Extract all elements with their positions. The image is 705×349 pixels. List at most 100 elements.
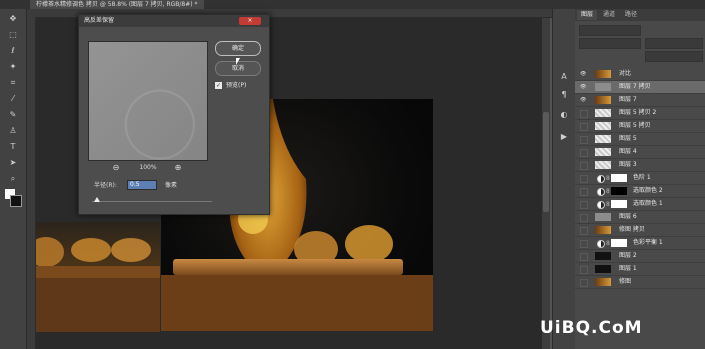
layer-row[interactable]: 图层 4 [575, 146, 705, 159]
visibility-eye-icon[interactable] [580, 136, 588, 144]
layer-mask-thumbnail[interactable] [611, 187, 627, 195]
link-icon[interactable]: 8 [606, 188, 610, 195]
link-icon[interactable]: 8 [606, 201, 610, 208]
background-color-swatch[interactable] [10, 195, 22, 207]
text-icon[interactable]: T [7, 141, 19, 153]
tab-channels[interactable]: 通道 [599, 10, 619, 20]
layer-mask-thumbnail[interactable] [611, 200, 627, 208]
layer-row[interactable]: 👁 对比 [575, 68, 705, 81]
layer-thumbnail[interactable] [595, 109, 611, 117]
layer-row[interactable]: 图层 1 [575, 263, 705, 276]
lasso-icon[interactable]: ℓ [7, 45, 19, 57]
layer-thumbnail[interactable] [595, 135, 611, 143]
document-tab[interactable]: 柠檬茶水精修调色 拷贝 @ 58.8% (图层 7 拷贝, RGB/8#) * [30, 0, 204, 9]
visibility-eye-icon[interactable] [580, 240, 588, 248]
layer-thumbnail[interactable] [595, 70, 611, 78]
layer-row[interactable]: 👁 图层 7 拷贝 [575, 81, 705, 94]
paragraph-panel-icon[interactable]: ¶ [558, 89, 570, 101]
adjustment-layer-icon [597, 175, 605, 183]
layer-row[interactable]: 图层 3 [575, 159, 705, 172]
dialog-title-bar[interactable]: 高反差保留 × [79, 15, 269, 27]
radius-label: 半径(R): [94, 182, 117, 189]
stamp-icon[interactable]: ♙ [7, 125, 19, 137]
layer-thumbnail[interactable] [595, 278, 611, 286]
visibility-eye-icon[interactable] [580, 253, 588, 261]
layer-thumbnail[interactable] [595, 213, 611, 221]
layer-row[interactable]: 图层 5 拷贝 [575, 120, 705, 133]
layer-row[interactable]: 8 色阶 1 [575, 172, 705, 185]
layer-row[interactable]: 图层 5 拷贝 2 [575, 107, 705, 120]
layer-row[interactable]: 修图 拷贝 [575, 224, 705, 237]
path-select-icon[interactable]: ➤ [7, 157, 19, 169]
canvas-photo-left [28, 222, 160, 332]
layer-thumbnail[interactable] [595, 226, 611, 234]
layer-row[interactable]: 修图 [575, 276, 705, 289]
ok-button[interactable]: 确定 [215, 41, 261, 56]
layer-row[interactable]: 👁 图层 7 [575, 94, 705, 107]
visibility-eye-icon[interactable] [580, 227, 588, 235]
layer-row[interactable]: 8 选取颜色 1 [575, 198, 705, 211]
visibility-eye-icon[interactable] [580, 123, 588, 131]
visibility-eye-icon[interactable]: 👁 [580, 71, 587, 77]
layer-thumbnail[interactable] [595, 252, 611, 260]
preview-checkbox[interactable]: ✓ [215, 82, 222, 89]
layer-thumbnail[interactable] [595, 148, 611, 156]
visibility-eye-icon[interactable]: 👁 [580, 97, 587, 103]
layer-thumbnail[interactable] [595, 96, 611, 104]
layer-row[interactable]: 8 选取颜色 2 [575, 185, 705, 198]
layer-thumbnail[interactable] [595, 161, 611, 169]
zoom-in-icon[interactable]: ⊕ [173, 163, 183, 173]
layer-thumbnail[interactable] [595, 122, 611, 130]
radius-input[interactable] [127, 180, 157, 190]
brush-icon[interactable]: ✎ [7, 109, 19, 121]
opacity-field[interactable] [645, 38, 703, 49]
teacups-illustration [28, 237, 160, 332]
move-icon[interactable]: ✥ [7, 13, 19, 25]
link-icon[interactable]: 8 [606, 175, 610, 182]
link-icon[interactable]: 8 [606, 240, 610, 247]
zoom-icon[interactable]: ⌕ [7, 173, 19, 185]
layer-mask-thumbnail[interactable] [611, 239, 627, 247]
visibility-eye-icon[interactable] [580, 110, 588, 118]
layer-row[interactable]: 图层 2 [575, 250, 705, 263]
radius-slider[interactable] [92, 201, 212, 202]
layer-name: 图层 3 [619, 161, 637, 168]
layer-mask-thumbnail[interactable] [611, 174, 627, 182]
visibility-eye-icon[interactable] [580, 175, 588, 183]
visibility-eye-icon[interactable] [580, 279, 588, 287]
actions-panel-icon[interactable]: ▶ [558, 131, 570, 143]
close-icon[interactable]: × [239, 17, 261, 25]
adjustments-panel-icon[interactable]: ◐ [558, 109, 570, 121]
tab-paths[interactable]: 路径 [621, 10, 641, 20]
scrollbar-thumb[interactable] [543, 112, 549, 212]
zoom-out-icon[interactable]: ⊖ [111, 163, 121, 173]
dialog-title: 高反差保留 [84, 17, 115, 24]
marquee-icon[interactable]: ⬚ [7, 29, 19, 41]
filter-preview[interactable] [88, 41, 208, 161]
mouse-cursor-icon [236, 58, 240, 65]
character-panel-icon[interactable]: A [558, 71, 570, 83]
layer-name: 图层 4 [619, 148, 637, 155]
layer-row[interactable]: 8 色彩平衡 1 [575, 237, 705, 250]
visibility-eye-icon[interactable] [580, 188, 588, 196]
layer-filter-select[interactable] [579, 25, 641, 36]
visibility-eye-icon[interactable] [580, 149, 588, 157]
crop-icon[interactable]: ⌗ [7, 77, 19, 89]
visibility-eye-icon[interactable] [580, 266, 588, 274]
fill-field[interactable] [645, 51, 703, 62]
zoom-controls: ⊖ 100% ⊕ [107, 163, 187, 173]
layer-thumbnail[interactable] [595, 83, 611, 91]
visibility-eye-icon[interactable] [580, 214, 588, 222]
visibility-eye-icon[interactable] [580, 162, 588, 170]
visibility-eye-icon[interactable] [580, 201, 588, 209]
magic-wand-icon[interactable]: ✦ [7, 61, 19, 73]
radius-slider-knob[interactable] [94, 197, 100, 202]
tab-layers[interactable]: 图层 [577, 10, 598, 20]
layer-thumbnail[interactable] [595, 265, 611, 273]
preview-label: 预览(P) [226, 82, 247, 89]
layer-row[interactable]: 图层 5 [575, 133, 705, 146]
visibility-eye-icon[interactable]: 👁 [580, 84, 587, 90]
eyedropper-icon[interactable]: ⁄ [7, 93, 19, 105]
layer-row[interactable]: 图层 6 [575, 211, 705, 224]
blend-mode-select[interactable] [579, 38, 641, 49]
